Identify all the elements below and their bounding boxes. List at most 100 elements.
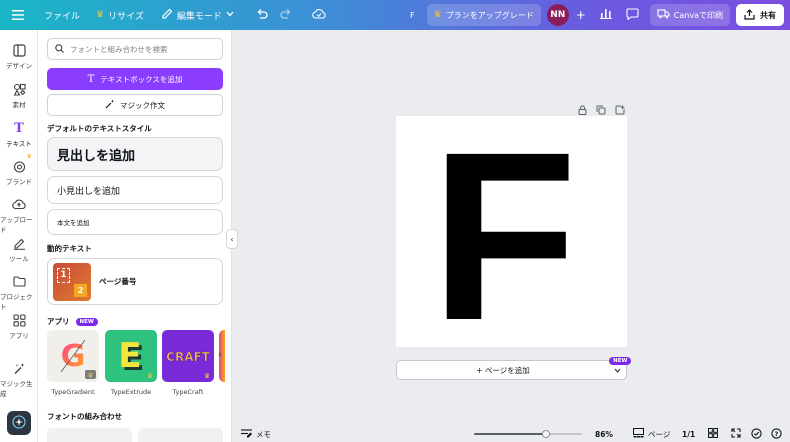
truck-icon: [657, 8, 670, 22]
fullscreen-icon[interactable]: [731, 428, 741, 440]
pencil-icon: [162, 8, 173, 22]
apps-title-label: アプリ: [47, 317, 70, 326]
insights-button[interactable]: [593, 0, 619, 30]
add-heading-button[interactable]: 見出しを追加: [47, 137, 223, 171]
new-badge: NEW: [609, 357, 632, 365]
text-panel: フォントと組み合わせを検索 T テキストボックスを追加 マジック作文 デフォルト…: [38, 30, 232, 442]
pages-grid-icon: [633, 428, 644, 440]
crown-icon: ♛: [433, 10, 442, 20]
edit-mode-label: 編集モード: [176, 11, 222, 22]
rail-item-projects[interactable]: プロジェクト: [0, 273, 38, 311]
add-textbox-label: テキストボックスを追加: [100, 74, 183, 84]
add-body-text-button[interactable]: 本文を追加: [47, 209, 223, 235]
rail-item-tools[interactable]: ツール: [0, 235, 38, 263]
rail-item-design[interactable]: デザイン: [0, 42, 38, 70]
page-number-label: ページ番号: [99, 277, 137, 286]
check-circle-icon[interactable]: [751, 427, 762, 441]
font-combo-card[interactable]: [138, 428, 223, 442]
redo-button[interactable]: [274, 0, 298, 30]
edit-mode-dropdown[interactable]: 編集モード: [152, 0, 244, 30]
cloud-upload-icon: [11, 196, 27, 212]
zoom-level[interactable]: 86%: [595, 430, 613, 439]
add-page-button[interactable]: + ページを追加: [396, 360, 610, 380]
folder-icon: [11, 273, 27, 289]
undo-icon: [256, 8, 268, 22]
zoom-slider-fill: [474, 433, 547, 435]
magic-write-button[interactable]: マジック作文: [47, 94, 223, 116]
add-textbox-button[interactable]: T テキストボックスを追加: [47, 68, 223, 90]
notes-button[interactable]: メモ: [241, 428, 271, 440]
rail-label: アプリ: [9, 332, 29, 340]
comment-icon: [626, 7, 639, 23]
magic-write-label: マジック作文: [120, 100, 165, 110]
zoom-slider-handle[interactable]: [542, 430, 551, 438]
draw-tool-icon: [11, 235, 27, 251]
heading-label: 見出しを追加: [57, 148, 136, 164]
page-number-thumbnail: 1 2: [53, 262, 91, 301]
upgrade-button[interactable]: ♛ プランをアップグレード: [426, 4, 541, 26]
dynamic-text-title: 動的テキスト: [47, 244, 92, 253]
page-count: 1/1: [682, 429, 696, 439]
page-number-card[interactable]: 1 2 ページ番号: [47, 258, 223, 305]
notes-icon: [241, 428, 252, 440]
avatar[interactable]: NN: [546, 4, 569, 26]
file-menu-button[interactable]: ファイル: [36, 0, 88, 30]
magic-assistant-button[interactable]: [7, 411, 31, 435]
rail-label: デザイン: [6, 62, 32, 70]
rail-item-brand[interactable]: ♛ ブランド: [0, 153, 38, 186]
share-label: 共有: [760, 10, 776, 20]
typegradient-art: G ♛: [60, 339, 96, 380]
add-subheading-button[interactable]: 小見出しを追加: [47, 176, 223, 204]
body-label: 本文を追加: [57, 219, 90, 227]
app-label: TypeCraft: [172, 388, 204, 396]
app-tile-typegradient[interactable]: G ♛: [47, 330, 99, 382]
resize-button[interactable]: ♛ リサイズ: [88, 0, 152, 30]
rail-label: ブランド: [6, 178, 32, 186]
rail-item-apps[interactable]: アプリ: [0, 312, 38, 340]
magic-wand-icon: [105, 99, 115, 111]
design-canvas[interactable]: F: [396, 102, 627, 370]
rail-item-elements[interactable]: 素材: [0, 81, 38, 109]
font-combos-title: フォントの組み合わせ: [47, 412, 122, 421]
collapse-panel-button[interactable]: ‹: [226, 229, 238, 249]
cloud-save-button[interactable]: [304, 0, 334, 30]
rail-label: プロジェクト: [0, 293, 33, 311]
menu-button[interactable]: [0, 0, 36, 30]
rail-item-uploads[interactable]: アップロード: [0, 196, 38, 234]
apps-scroll-next-icon[interactable]: ›: [218, 350, 222, 360]
rail-label: マジック生成: [0, 380, 33, 398]
rail-item-text[interactable]: T テキスト: [0, 120, 38, 149]
search-icon: [55, 43, 64, 55]
document-title[interactable]: F: [398, 0, 427, 30]
typecraft-art: CRAFT ♛: [166, 350, 211, 380]
app-label: TypeExtrude: [110, 388, 152, 396]
svg-text:♛: ♛: [87, 372, 93, 380]
help-icon[interactable]: ?: [771, 427, 782, 441]
font-search-input[interactable]: フォントと組み合わせを検索: [47, 38, 223, 60]
print-label: Canvaで印刷: [673, 10, 723, 20]
page-number-badge-1: 1: [57, 267, 70, 283]
app-tile-typeextrude[interactable]: E E ♛: [105, 330, 157, 382]
comment-button[interactable]: [619, 0, 646, 30]
svg-text:CRAFT: CRAFT: [166, 350, 211, 364]
add-page-label: + ページを追加: [476, 365, 530, 375]
notes-label: メモ: [256, 429, 271, 439]
print-with-canva-button[interactable]: Canvaで印刷: [649, 4, 730, 26]
grid-view-icon[interactable]: [708, 428, 718, 440]
search-placeholder: フォントと組み合わせを検索: [70, 44, 168, 54]
upgrade-label: プランをアップグレード: [445, 10, 534, 20]
zoom-slider[interactable]: [474, 430, 582, 438]
typeextrude-art: E E ♛: [118, 336, 153, 380]
font-combo-card[interactable]: [47, 428, 132, 442]
rail-label: 素材: [12, 101, 26, 109]
rail-item-magic[interactable]: マジック生成: [0, 360, 38, 398]
invite-button[interactable]: +: [569, 0, 593, 30]
undo-button[interactable]: [250, 0, 274, 30]
chevron-down-icon: [226, 10, 234, 20]
text-t-icon: T: [87, 73, 95, 85]
pages-button[interactable]: ページ: [633, 428, 670, 440]
bottom-bar: メモ 86% ページ 1/1 ?: [232, 426, 790, 442]
app-tile-typecraft[interactable]: CRAFT ♛: [162, 330, 214, 382]
page-number-badge-2: 2: [74, 283, 87, 297]
share-button[interactable]: 共有: [736, 4, 784, 26]
